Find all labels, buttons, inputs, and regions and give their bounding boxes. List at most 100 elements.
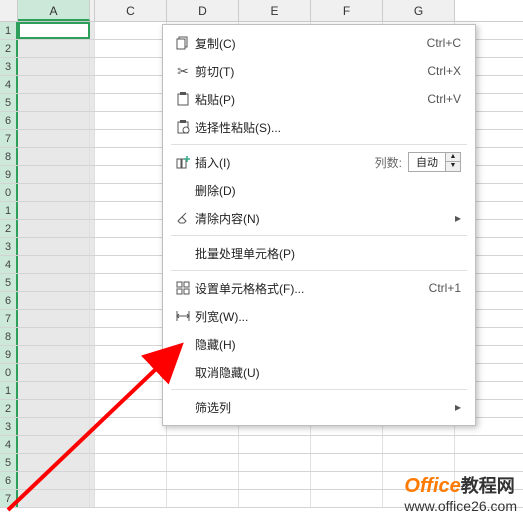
cell[interactable]: [18, 490, 90, 507]
menu-filter-column[interactable]: 筛选列 ▸: [163, 393, 475, 421]
row-header[interactable]: 1: [0, 202, 18, 219]
cell[interactable]: [18, 364, 90, 381]
row-header[interactable]: 7: [0, 130, 18, 147]
cell[interactable]: [383, 436, 455, 453]
row-header[interactable]: 4: [0, 76, 18, 93]
menu-column-width[interactable]: 列宽(W)...: [163, 302, 475, 330]
cell[interactable]: [95, 418, 167, 435]
cell[interactable]: [95, 472, 167, 489]
cell[interactable]: [95, 202, 167, 219]
menu-batch[interactable]: 批量处理单元格(P): [163, 239, 475, 267]
cell[interactable]: [383, 454, 455, 471]
row-header[interactable]: 3: [0, 418, 18, 435]
cell[interactable]: [311, 472, 383, 489]
cell[interactable]: [18, 454, 90, 471]
cell[interactable]: [18, 418, 90, 435]
cell[interactable]: [95, 94, 167, 111]
cell[interactable]: [18, 166, 90, 183]
cell[interactable]: [18, 130, 90, 147]
menu-insert[interactable]: 插入(I) 列数: 自动 ▲ ▼: [163, 148, 475, 176]
menu-format-cells[interactable]: 设置单元格格式(F)... Ctrl+1: [163, 274, 475, 302]
cell[interactable]: [18, 328, 90, 345]
cell[interactable]: [95, 40, 167, 57]
menu-hide[interactable]: 隐藏(H): [163, 330, 475, 358]
row-header[interactable]: 5: [0, 94, 18, 111]
cell[interactable]: [95, 346, 167, 363]
cell[interactable]: [95, 328, 167, 345]
menu-copy[interactable]: 复制(C) Ctrl+C: [163, 29, 475, 57]
cell[interactable]: [239, 454, 311, 471]
row-header[interactable]: 3: [0, 58, 18, 75]
cell[interactable]: [311, 436, 383, 453]
menu-cut[interactable]: ✂ 剪切(T) Ctrl+X: [163, 57, 475, 85]
spinner-up[interactable]: ▲: [446, 153, 460, 162]
select-all-corner[interactable]: [0, 0, 18, 21]
row-header[interactable]: 2: [0, 220, 18, 237]
menu-paste-special[interactable]: 选择性粘贴(S)...: [163, 113, 475, 141]
cell[interactable]: [239, 472, 311, 489]
cell[interactable]: [18, 472, 90, 489]
cell[interactable]: [95, 238, 167, 255]
cell[interactable]: [239, 436, 311, 453]
menu-paste[interactable]: 粘贴(P) Ctrl+V: [163, 85, 475, 113]
cell[interactable]: [18, 148, 90, 165]
cell[interactable]: [95, 76, 167, 93]
cell[interactable]: [95, 220, 167, 237]
cell[interactable]: [18, 310, 90, 327]
row-header[interactable]: 8: [0, 328, 18, 345]
cell[interactable]: [95, 400, 167, 417]
cell[interactable]: [18, 220, 90, 237]
row-header[interactable]: 0: [0, 364, 18, 381]
cell[interactable]: [95, 454, 167, 471]
cell[interactable]: [18, 346, 90, 363]
menu-delete[interactable]: 删除(D): [163, 176, 475, 204]
cell[interactable]: [95, 166, 167, 183]
cell[interactable]: [95, 310, 167, 327]
col-header-C[interactable]: C: [95, 0, 167, 21]
row-header[interactable]: 3: [0, 238, 18, 255]
spinner-down[interactable]: ▼: [446, 162, 460, 171]
cell[interactable]: [95, 382, 167, 399]
row-header[interactable]: 1: [0, 382, 18, 399]
row-header[interactable]: 4: [0, 436, 18, 453]
cell[interactable]: [18, 202, 90, 219]
cell[interactable]: [167, 436, 239, 453]
row-header[interactable]: 8: [0, 148, 18, 165]
cell[interactable]: [455, 454, 523, 471]
cell[interactable]: [167, 490, 239, 507]
menu-unhide[interactable]: 取消隐藏(U): [163, 358, 475, 386]
cell[interactable]: [239, 490, 311, 507]
row-header[interactable]: 0: [0, 184, 18, 201]
cell[interactable]: [18, 238, 90, 255]
col-header-F[interactable]: F: [311, 0, 383, 21]
row-header[interactable]: 5: [0, 274, 18, 291]
cell[interactable]: [167, 454, 239, 471]
insert-count-spinner[interactable]: 自动 ▲ ▼: [408, 152, 461, 172]
row-header[interactable]: 6: [0, 472, 18, 489]
cell[interactable]: [95, 364, 167, 381]
cell[interactable]: [18, 112, 90, 129]
cell[interactable]: [18, 94, 90, 111]
cell[interactable]: [95, 112, 167, 129]
row-header[interactable]: 6: [0, 292, 18, 309]
cell[interactable]: [18, 40, 90, 57]
cell[interactable]: [95, 130, 167, 147]
row-header[interactable]: 4: [0, 256, 18, 273]
cell[interactable]: [18, 382, 90, 399]
row-header[interactable]: 6: [0, 112, 18, 129]
cell[interactable]: [311, 454, 383, 471]
row-header[interactable]: 7: [0, 490, 18, 507]
cell[interactable]: [18, 292, 90, 309]
menu-clear[interactable]: 清除内容(N) ▸: [163, 204, 475, 232]
cell[interactable]: [18, 22, 90, 39]
cell[interactable]: [95, 184, 167, 201]
col-header-E[interactable]: E: [239, 0, 311, 21]
cell[interactable]: [95, 436, 167, 453]
cell[interactable]: [95, 22, 167, 39]
cell[interactable]: [455, 436, 523, 453]
row-header[interactable]: 9: [0, 346, 18, 363]
cell[interactable]: [311, 490, 383, 507]
row-header[interactable]: 1: [0, 22, 18, 39]
cell[interactable]: [95, 274, 167, 291]
cell[interactable]: [95, 58, 167, 75]
